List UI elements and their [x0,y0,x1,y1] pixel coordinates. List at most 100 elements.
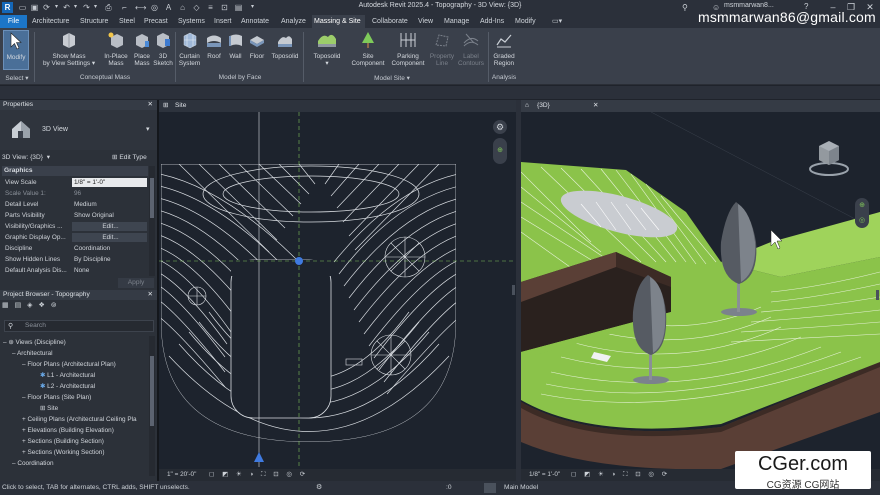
tab-collaborate[interactable]: Collaborate [370,15,410,28]
roof-by-face-button[interactable]: Roof [203,31,225,60]
prop-value[interactable]: Show Original [72,210,147,221]
browser-groups-icon[interactable]: ❖ [39,302,45,309]
3d-view-close-icon[interactable]: ✕ [593,100,599,112]
tree-symbol[interactable] [370,334,412,376]
tree-item-l1[interactable]: ✱ L1 - Architectural [40,370,95,381]
tab-steel[interactable]: Steel [117,15,137,28]
tree-item-coordination[interactable]: – Coordination [12,458,54,469]
view-selector-dropdown-icon[interactable]: ▾ [47,154,50,161]
tree-item-architectural[interactable]: – Architectural [12,348,53,359]
in-place-mass-button[interactable]: In-Place Mass [101,31,131,67]
expand-icon[interactable]: + [22,427,26,434]
tab-modify[interactable]: Modify [513,15,538,28]
prop-value-input[interactable]: 1/8" = 1'-0" [72,178,147,187]
vertical-scrollbar[interactable] [876,290,879,300]
toposolid-by-face-button[interactable]: Toposolid [268,31,302,60]
type-dropdown-icon[interactable]: ▾ [146,125,150,133]
tree-item-floor-plans-site[interactable]: – Floor Plans (Site Plan) [22,392,91,403]
survey-point-icon[interactable] [295,257,303,265]
type-selector[interactable]: 3D View ▾ [0,110,157,150]
3d-sketch-button[interactable]: 3D Sketch [153,31,173,67]
tab-structure[interactable]: Structure [78,15,110,28]
design-options-icon[interactable] [484,483,496,493]
wall-by-face-button[interactable]: Wall [225,31,246,60]
property-line-button[interactable]: Property Line [428,31,456,67]
tab-annotate[interactable]: Annotate [239,15,271,28]
properties-scrollbar[interactable] [149,166,155,276]
browser-families-icon[interactable]: ◈ [27,302,32,309]
zoom-icon[interactable]: ⊕ ◎ [855,198,869,228]
prop-row[interactable]: View Scale 1/8" = 1'-0" [2,177,148,188]
tab-systems[interactable]: Systems [176,15,207,28]
view-controls-icons[interactable]: ◻ ◩ ☀ ◑ ⛶ ⊡ ◎ ⟳ [571,469,670,481]
zoom-icon[interactable]: ⊕ [493,138,507,164]
visibility-edit-button[interactable]: Edit... [72,222,147,231]
model-site-group-label[interactable]: Model Site ▾ [362,74,422,82]
site-view-tab[interactable]: ⊞ Site [159,100,516,112]
3d-view[interactable]: ⌂ {3D} ✕ ⊕ ◎ 1/8" = 1'-0" ◻ ◩ ☀ ◑ ⛶ ⊡ ◎ … [521,100,880,481]
scroll-thumb[interactable] [150,356,154,426]
prop-value[interactable]: By Discipline [72,254,147,265]
3d-scale-label[interactable]: 1/8" = 1'-0" [529,469,560,481]
prop-row[interactable]: Visibility/Graphics ... Edit... [2,221,148,232]
tree-item-ceiling-plans[interactable]: + Ceiling Plans (Architectural Ceiling P… [22,414,137,425]
prop-row[interactable]: Discipline Coordination [2,243,148,254]
graded-region-button[interactable]: Graded Region [490,31,518,67]
modify-tool[interactable]: Modify [3,32,29,61]
browser-close-icon[interactable]: ✕ [147,290,153,300]
vertical-scrollbar[interactable] [512,285,515,295]
toposolid-button[interactable]: Toposolid ▾ [308,31,346,67]
browser-search-field[interactable]: ⚲ Search [4,320,154,332]
toposolid-dropdown-icon[interactable]: ▾ [308,60,346,67]
browser-links-icon[interactable]: ⊚ [51,302,57,309]
prop-value[interactable]: None [72,265,147,276]
expand-icon[interactable]: + [22,416,26,423]
tree-item-sections-building[interactable]: + Sections (Building Section) [22,436,104,447]
browser-views-icon[interactable]: ▦ [2,302,9,309]
properties-close-icon[interactable]: ✕ [147,100,153,110]
view-cube-icon[interactable] [807,136,851,180]
tree-item-views[interactable]: – ⊛ Views (Discipline) [3,337,66,348]
ribbon-toggle-icon[interactable]: ▭▾ [552,17,562,25]
tab-massing-site[interactable]: Massing & Site [312,15,365,28]
browser-sheets-icon[interactable]: ▤ [15,302,22,309]
user-name[interactable]: msmmarwan8... [724,2,774,9]
prop-row[interactable]: Graphic Display Op... Edit... [2,232,148,243]
label-contours-button[interactable]: Label Contours [456,31,486,67]
collapse-icon[interactable]: – [3,339,7,346]
tree-item-elevations[interactable]: + Elevations (Building Elevation) [22,425,114,436]
site-plan-drawing[interactable] [159,112,516,467]
active-model[interactable]: Main Model [504,484,538,491]
3d-view-tab[interactable]: ⌂ {3D} ✕ [521,100,880,112]
collapse-icon[interactable]: – [22,394,26,401]
site-scale-label[interactable]: 1" = 20'-0" [167,469,196,481]
collapse-icon[interactable]: – [12,460,16,467]
tree-item-site[interactable]: ⊞ Site [40,403,58,414]
select-dropdown[interactable]: Select ▾ [3,74,31,82]
status-icons[interactable]: ⚙ [316,483,322,491]
place-mass-button[interactable]: Place Mass [131,31,153,67]
show-mass-button[interactable]: Show Mass by View Settings ▾ [40,31,98,67]
floor-by-face-button[interactable]: Floor [246,31,268,60]
prop-row[interactable]: Scale Value 1: 96 [2,188,148,199]
prop-value[interactable]: Coordination [72,243,147,254]
browser-scrollbar[interactable] [149,336,155,476]
prop-value[interactable]: Medium [72,199,147,210]
curtain-system-button[interactable]: Curtain System [177,31,202,67]
prop-row[interactable]: Default Analysis Dis... None [2,265,148,276]
tree-item-l2[interactable]: ✱ L2 - Architectural [40,381,95,392]
expand-icon[interactable]: + [22,449,26,456]
view-selector[interactable]: 3D View: {3D} ▾ [2,152,92,163]
graphics-section[interactable]: Graphics [2,166,148,176]
site-plan-view[interactable]: ⊞ Site ⚙ ⊕ 1" = 20'-0" ◻ ◩ ☀ ◑ ⛶ ⊡ ◎ ⟳ [159,100,516,481]
collapse-icon[interactable]: – [22,361,26,368]
parking-component-button[interactable]: Parking Component [388,31,428,67]
tab-manage[interactable]: Manage [442,15,471,28]
tab-architecture[interactable]: Architecture [30,15,71,28]
prop-row[interactable]: Detail Level Medium [2,199,148,210]
tree-symbol[interactable] [384,236,426,278]
graphic-display-edit-button[interactable]: Edit... [72,233,147,242]
tab-add-ins[interactable]: Add-Ins [478,15,506,28]
search-icon[interactable]: ⚲ [682,3,688,12]
tree-item-floor-plans-arch[interactable]: – Floor Plans (Architectural Plan) [22,359,116,370]
